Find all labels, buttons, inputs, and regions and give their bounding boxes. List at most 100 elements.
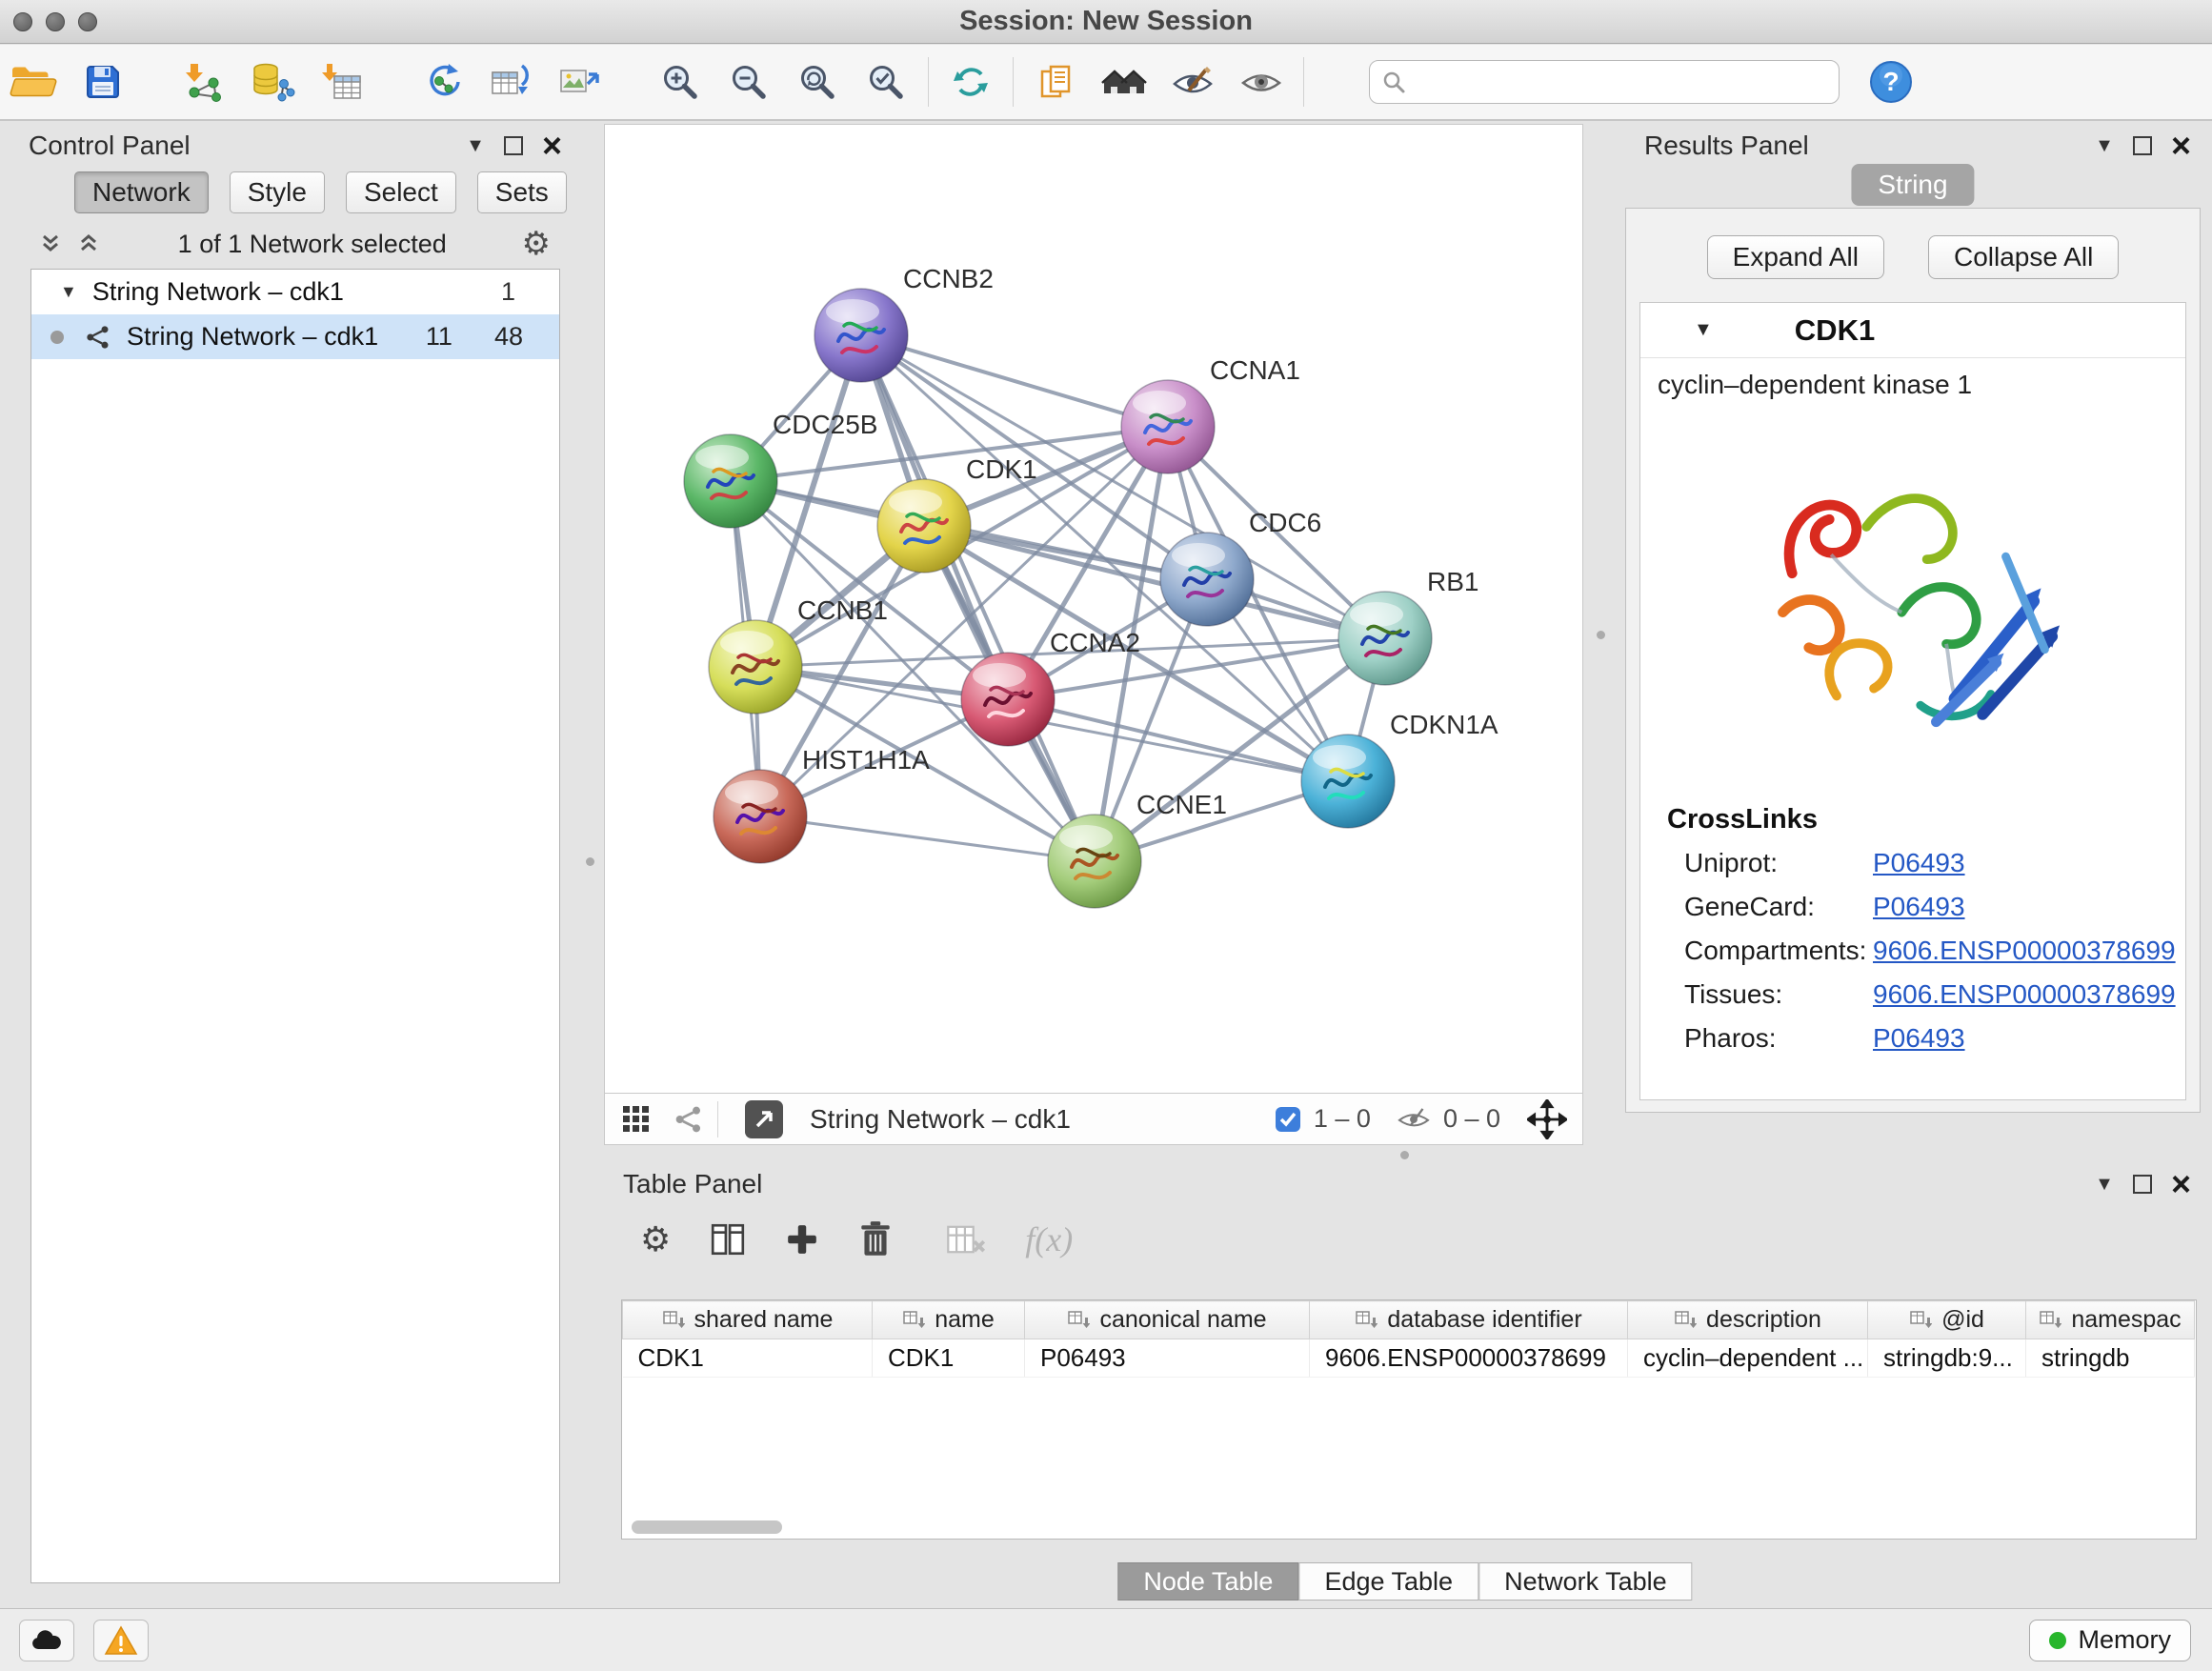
tab-network[interactable]: Network (74, 171, 209, 213)
tab-edge-table[interactable]: Edge Table (1298, 1562, 1478, 1601)
gene-disclosure-icon[interactable]: ▼ (1694, 319, 1713, 341)
collapse-table-icon[interactable]: ▼ (2095, 1174, 2114, 1196)
close-results-icon[interactable]: × (2171, 136, 2191, 155)
network-from-table-button[interactable] (476, 50, 545, 113)
cell-canonical-name[interactable]: P06493 (1025, 1339, 1310, 1378)
cell-namespace[interactable]: stringdb (2026, 1339, 2195, 1378)
left-splitter-handle[interactable] (586, 857, 594, 866)
crosslink-link[interactable]: 9606.ENSP00000378699 (1873, 936, 2176, 966)
tab-sets[interactable]: Sets (477, 171, 567, 213)
network-collection-row[interactable]: ▼ String Network – cdk1 1 (31, 270, 559, 314)
column-header-database-identifier[interactable]: database identifier (1310, 1301, 1628, 1339)
memory-button[interactable]: Memory (2029, 1620, 2191, 1661)
float-table-icon[interactable] (2133, 1175, 2152, 1194)
network-node-CCNA1[interactable]: CCNA1 (1121, 355, 1300, 473)
tab-node-table[interactable]: Node Table (1117, 1562, 1298, 1601)
right-splitter-handle[interactable] (1597, 631, 1605, 639)
zoom-fit-button[interactable] (783, 50, 852, 113)
column-header-namespace[interactable]: namespac (2026, 1301, 2195, 1339)
column-header-id[interactable]: @id (1868, 1301, 2026, 1339)
close-panel-icon[interactable]: × (542, 136, 562, 155)
network-edge[interactable] (861, 335, 1168, 427)
delete-column-icon[interactable] (857, 1219, 894, 1259)
close-table-icon[interactable]: × (2171, 1175, 2191, 1194)
pan-crosshair-icon[interactable] (1527, 1099, 1567, 1139)
copy-button[interactable] (1021, 50, 1090, 113)
network-edge[interactable] (760, 816, 1095, 861)
crosslink-link[interactable]: P06493 (1873, 1023, 1965, 1054)
open-session-button[interactable] (0, 50, 69, 113)
network-graph[interactable]: CCNB2CCNA1CDC25BCDK1CDC6RB1CCNB1CCNA2CDK… (605, 125, 1582, 1093)
selected-checkbox-icon[interactable] (1274, 1105, 1302, 1134)
collapse-results-icon[interactable]: ▼ (2095, 135, 2114, 157)
annotation-show-button[interactable] (1227, 50, 1296, 113)
zoom-out-button[interactable] (714, 50, 783, 113)
network-edge[interactable] (861, 335, 1095, 861)
collapse-all-button[interactable]: Collapse All (1928, 235, 2119, 279)
bottom-splitter-handle[interactable] (1400, 1151, 1409, 1159)
import-network-database-button[interactable] (238, 50, 307, 113)
new-network-button[interactable] (408, 50, 476, 113)
cell-database-identifier[interactable]: 9606.ENSP00000378699 (1310, 1339, 1628, 1378)
birdseye-home-button[interactable] (1090, 50, 1158, 113)
eye-icon (1238, 61, 1284, 103)
add-column-icon[interactable] (785, 1222, 819, 1257)
delete-table-icon[interactable] (945, 1220, 987, 1258)
cell-name[interactable]: CDK1 (873, 1339, 1025, 1378)
network-view[interactable]: CCNB2CCNA1CDC25BCDK1CDC6RB1CCNB1CCNA2CDK… (604, 124, 1583, 1094)
homes-icon (1100, 61, 1148, 103)
import-network-file-button[interactable] (170, 50, 238, 113)
network-node-CDKN1A[interactable]: CDKN1A (1301, 710, 1498, 828)
collapse-all-icon[interactable] (36, 230, 65, 258)
column-header-name[interactable]: name (873, 1301, 1025, 1339)
gear-icon[interactable]: ⚙ (522, 225, 551, 263)
gene-header-row[interactable]: ▼ CDK1 (1640, 303, 2185, 358)
float-panel-icon[interactable] (504, 136, 523, 155)
expand-all-button[interactable]: Expand All (1707, 235, 1884, 279)
network-node-RB1[interactable]: RB1 (1338, 567, 1478, 685)
annotation-hide-button[interactable] (1158, 50, 1227, 113)
network-node-CDK1[interactable]: CDK1 (877, 454, 1037, 573)
crosslink-link[interactable]: P06493 (1873, 892, 1965, 922)
crosslink-link[interactable]: 9606.ENSP00000378699 (1873, 979, 2176, 1010)
float-results-icon[interactable] (2133, 136, 2152, 155)
help-button[interactable]: ? (1857, 50, 1925, 113)
network-node-HIST1H1A[interactable]: HIST1H1A (714, 745, 930, 863)
grid-view-icon[interactable] (620, 1103, 653, 1136)
horizontal-scrollbar[interactable] (632, 1520, 782, 1534)
tab-style[interactable]: Style (230, 171, 325, 213)
cloud-button[interactable] (19, 1620, 74, 1661)
column-header-shared-name[interactable]: shared name (623, 1301, 873, 1339)
tab-network-table[interactable]: Network Table (1478, 1562, 1693, 1601)
zoom-in-button[interactable] (646, 50, 714, 113)
cell-shared-name[interactable]: CDK1 (623, 1339, 873, 1378)
export-image-button[interactable] (545, 50, 613, 113)
warning-button[interactable] (93, 1620, 149, 1661)
tab-select[interactable]: Select (346, 171, 456, 213)
expand-all-icon[interactable] (74, 230, 103, 258)
columns-icon[interactable] (709, 1220, 747, 1258)
hidden-eye-icon[interactable] (1396, 1104, 1432, 1135)
cell-description[interactable]: cyclin–dependent ... (1628, 1339, 1868, 1378)
import-table-button[interactable] (307, 50, 375, 113)
detach-view-button[interactable] (745, 1100, 783, 1138)
network-row[interactable]: String Network – cdk1 11 48 (31, 314, 559, 359)
table-gear-icon[interactable]: ⚙ (640, 1219, 671, 1259)
tab-string[interactable]: String (1851, 164, 1974, 206)
table-row[interactable]: CDK1 CDK1 P06493 9606.ENSP00000378699 cy… (623, 1339, 2195, 1378)
disclosure-triangle-icon[interactable]: ▼ (60, 282, 77, 302)
refresh-button[interactable] (936, 50, 1005, 113)
collapse-panel-icon[interactable]: ▼ (466, 135, 485, 157)
crosslink-link[interactable]: P06493 (1873, 848, 1965, 878)
column-header-canonical-name[interactable]: canonical name (1025, 1301, 1310, 1339)
save-session-button[interactable] (69, 50, 137, 113)
network-node-CCNE1[interactable]: CCNE1 (1048, 790, 1227, 908)
search-input[interactable] (1406, 68, 1816, 97)
network-edge[interactable] (1008, 699, 1348, 781)
zoom-selected-button[interactable] (852, 50, 920, 113)
column-header-description[interactable]: description (1628, 1301, 1868, 1339)
share-view-icon[interactable] (674, 1104, 704, 1135)
function-builder-icon[interactable]: f(x) (1025, 1219, 1073, 1259)
cell-id[interactable]: stringdb:9... (1868, 1339, 2026, 1378)
network-node-CCNB1[interactable]: CCNB1 (709, 595, 888, 714)
